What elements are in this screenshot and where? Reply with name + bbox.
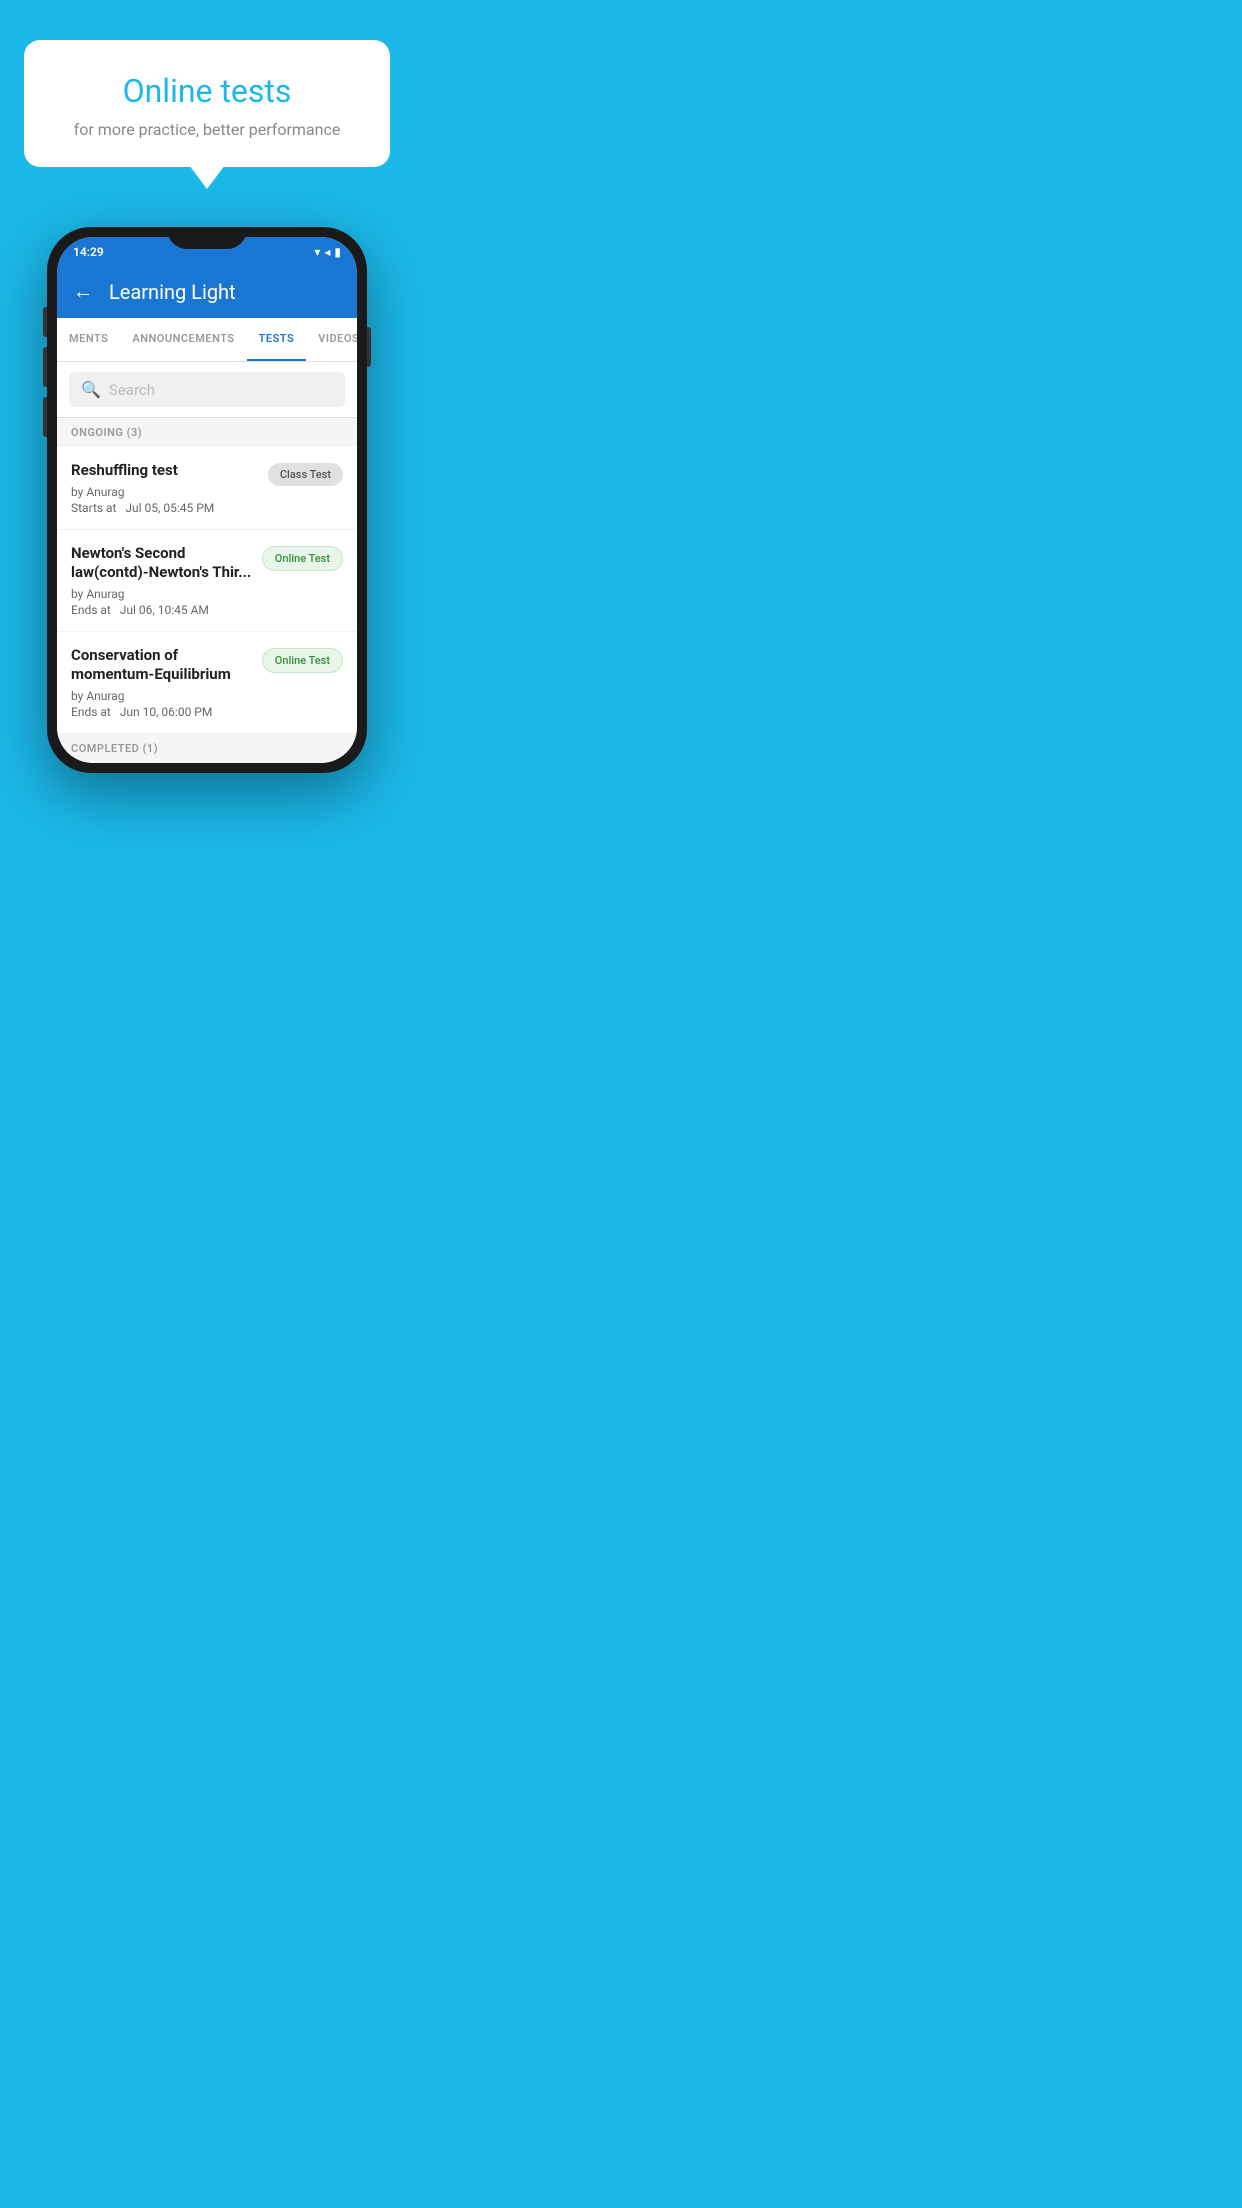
phone-silent-button	[43, 397, 47, 437]
bubble-title: Online tests	[52, 72, 362, 110]
test-badge-2: Online Test	[262, 546, 343, 571]
status-time: 14:29	[73, 245, 104, 259]
phone-outer: 14:29 ▾ ◂ ▮ ← Learning Light MENTS ANNOU…	[47, 227, 367, 773]
test-name-2: Newton's Second law(contd)-Newton's Thir…	[71, 544, 252, 583]
app-bar: ← Learning Light	[57, 265, 357, 318]
wifi-icon: ▾	[314, 245, 320, 259]
status-icons: ▾ ◂ ▮	[314, 245, 341, 259]
phone-notch	[167, 227, 247, 249]
search-input[interactable]: Search	[109, 381, 155, 399]
test-name-1: Reshuffling test	[71, 461, 258, 481]
test-by-3: by Anurag	[71, 689, 252, 703]
test-info-3: Conservation of momentum-Equilibrium by …	[71, 646, 252, 719]
phone-vol-up-button	[43, 307, 47, 337]
bubble-subtitle: for more practice, better performance	[52, 120, 362, 139]
tab-tests[interactable]: TESTS	[247, 318, 307, 361]
test-item-1[interactable]: Reshuffling test by Anurag Starts at Jul…	[57, 447, 357, 530]
test-item-2[interactable]: Newton's Second law(contd)-Newton's Thir…	[57, 530, 357, 632]
tab-announcements[interactable]: ANNOUNCEMENTS	[120, 318, 246, 361]
completed-section-header: COMPLETED (1)	[57, 734, 357, 763]
test-info-1: Reshuffling test by Anurag Starts at Jul…	[71, 461, 258, 515]
test-item-3[interactable]: Conservation of momentum-Equilibrium by …	[57, 632, 357, 734]
test-info-2: Newton's Second law(contd)-Newton's Thir…	[71, 544, 252, 617]
phone-power-button	[367, 327, 371, 367]
phone-screen: 14:29 ▾ ◂ ▮ ← Learning Light MENTS ANNOU…	[57, 237, 357, 763]
phone-mockup: 14:29 ▾ ◂ ▮ ← Learning Light MENTS ANNOU…	[47, 227, 367, 773]
test-badge-1: Class Test	[268, 463, 343, 486]
tab-videos[interactable]: VIDEOS	[306, 318, 357, 361]
signal-icon: ◂	[324, 245, 330, 259]
search-icon: 🔍	[81, 380, 101, 399]
test-list: Reshuffling test by Anurag Starts at Jul…	[57, 447, 357, 734]
test-by-1: by Anurag	[71, 485, 258, 499]
test-date-3: Ends at Jun 10, 06:00 PM	[71, 705, 252, 719]
speech-bubble: Online tests for more practice, better p…	[24, 40, 390, 167]
test-badge-3: Online Test	[262, 648, 343, 673]
test-by-2: by Anurag	[71, 587, 252, 601]
ongoing-section-header: ONGOING (3)	[57, 418, 357, 447]
phone-vol-down-button	[43, 347, 47, 387]
app-title: Learning Light	[109, 280, 236, 304]
speech-bubble-section: Online tests for more practice, better p…	[0, 0, 414, 167]
tab-bar: MENTS ANNOUNCEMENTS TESTS VIDEOS	[57, 318, 357, 362]
battery-icon: ▮	[334, 245, 341, 259]
test-name-3: Conservation of momentum-Equilibrium	[71, 646, 252, 685]
search-container: 🔍 Search	[57, 362, 357, 418]
test-date-2: Ends at Jul 06, 10:45 AM	[71, 603, 252, 617]
back-button[interactable]: ←	[73, 279, 93, 304]
search-bar[interactable]: 🔍 Search	[69, 372, 345, 407]
tab-ments[interactable]: MENTS	[57, 318, 120, 361]
test-date-1: Starts at Jul 05, 05:45 PM	[71, 501, 258, 515]
